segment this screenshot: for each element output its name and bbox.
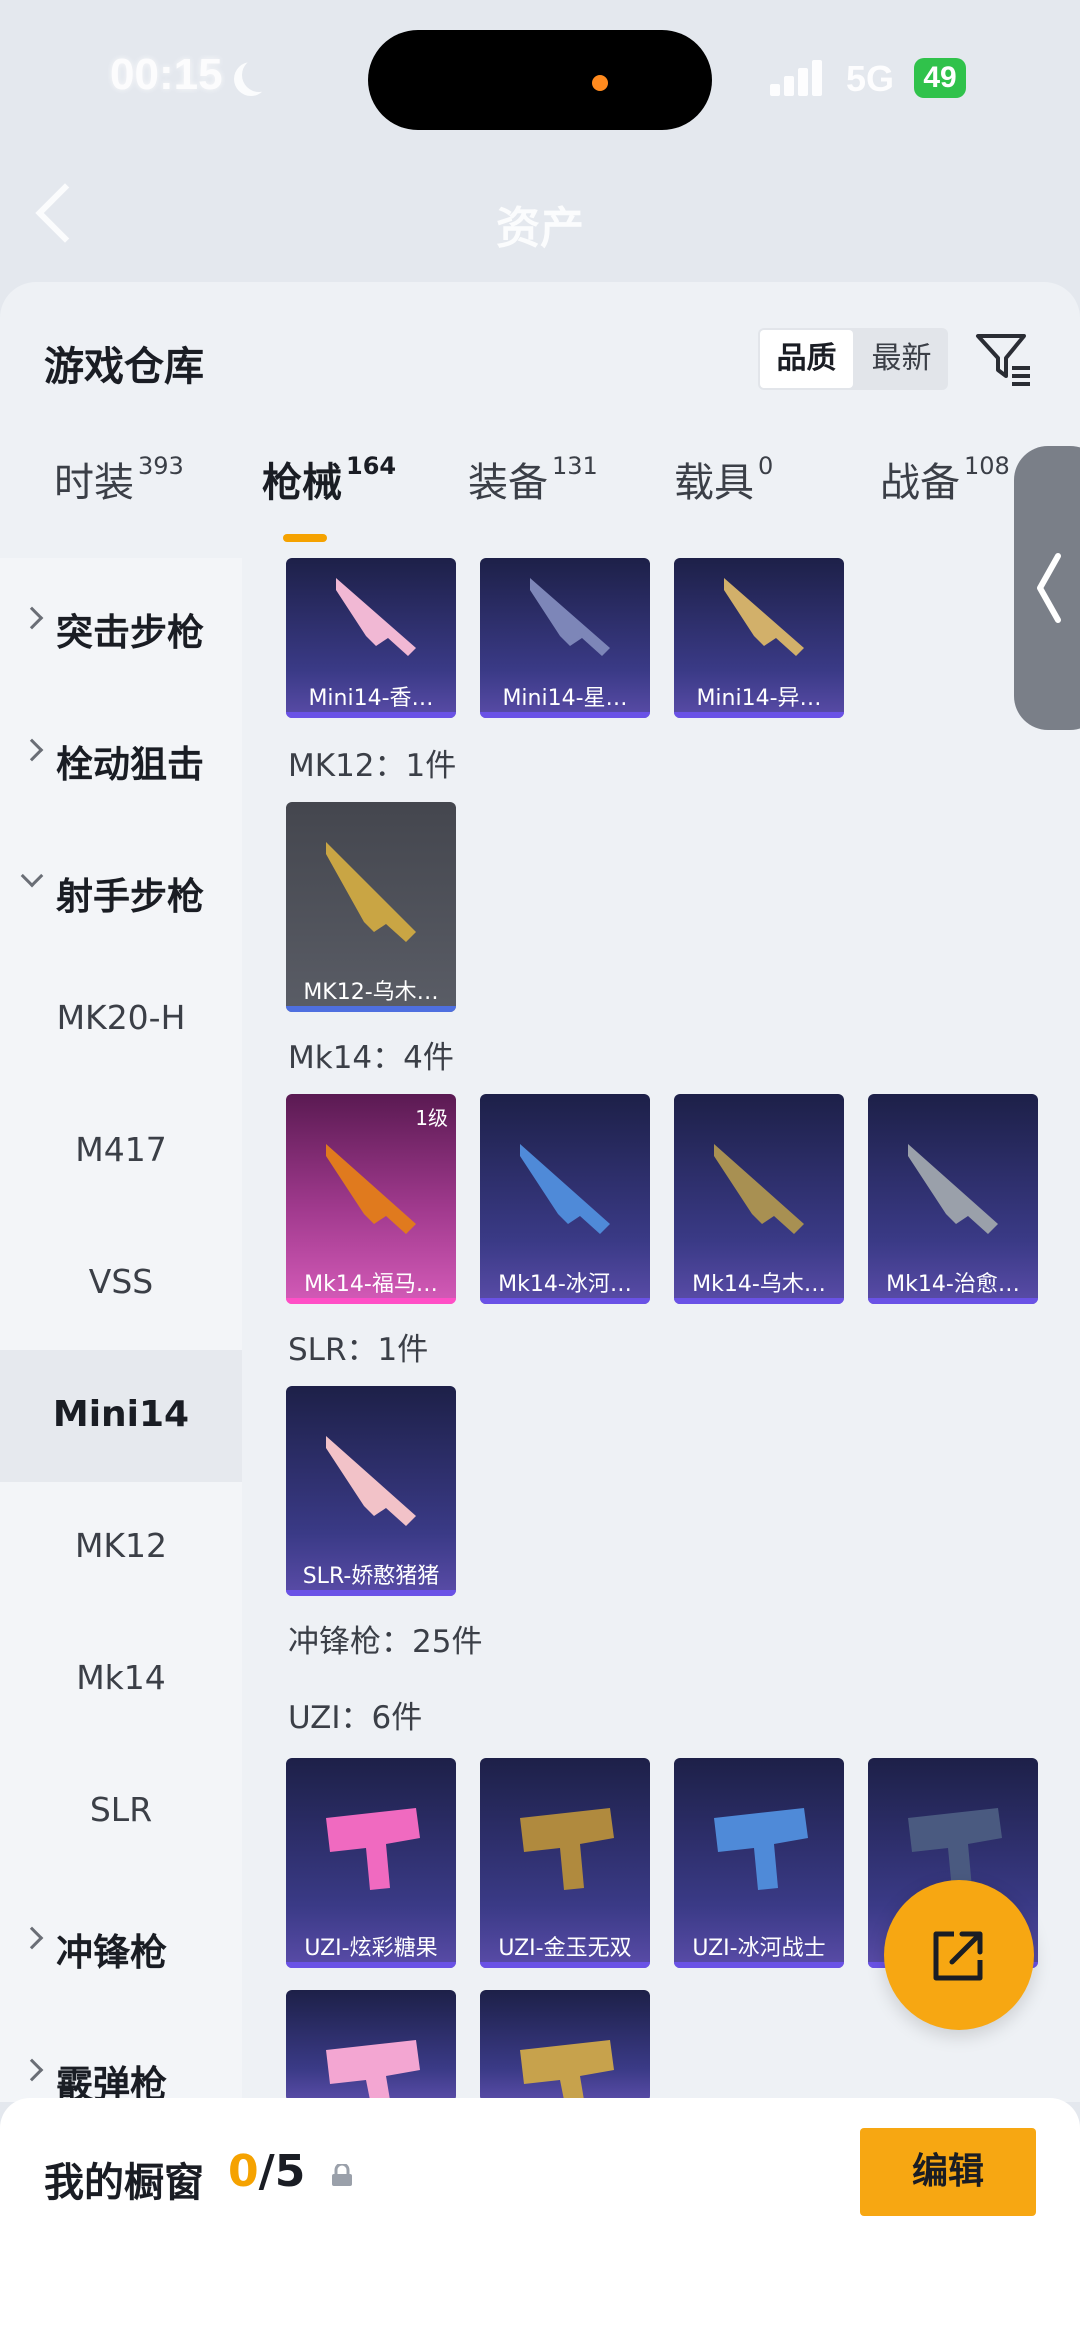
section-header: Mk14：4件 — [288, 1040, 454, 1076]
section-header: 冲锋枪：25件 — [288, 1624, 483, 1660]
status-time: 00:15 — [110, 50, 223, 99]
chevron-left-icon — [1037, 553, 1061, 623]
category-bolt-sniper[interactable]: 栓动狙击 — [0, 690, 242, 822]
smg-icon — [326, 1808, 420, 1890]
item-card[interactable]: Mini14-香… — [286, 558, 456, 718]
category-assault-rifle[interactable]: 突击步枪 — [0, 558, 242, 690]
showcase-label: 我的橱窗 — [44, 2160, 204, 2206]
subcategory-vss[interactable]: VSS — [0, 1218, 242, 1350]
dynamic-island — [368, 30, 712, 130]
tab-fashion[interactable]: 时装 393 — [54, 450, 184, 546]
showcase-count: 0/5 — [228, 2146, 306, 2197]
moon-icon — [242, 58, 276, 92]
smg-icon — [520, 2040, 614, 2100]
rifle-icon — [530, 578, 610, 656]
showcase-bar: 我的橱窗 0/5 编辑 — [0, 2098, 1080, 2341]
item-card[interactable]: MK12-乌木… — [286, 802, 456, 1012]
weapon-grid: Mini14-香… Mini14-星… Mini14-异… MK12：1件 MK… — [242, 558, 1080, 2102]
rifle-icon — [724, 578, 804, 656]
category-tabs: 时装 393 枪械 164 装备 131 载具 0 战备 108 — [0, 450, 1080, 546]
item-card[interactable]: 1级 Mk14-福马… — [286, 1094, 456, 1304]
tab-equipment[interactable]: 装备 131 — [468, 450, 598, 546]
category-dmr[interactable]: 射手步枪 — [0, 822, 242, 954]
rifle-icon — [714, 1144, 804, 1234]
item-card[interactable]: UZI-冰河战士 — [674, 1758, 844, 1968]
item-card[interactable]: UZI-炫彩糖果 — [286, 1758, 456, 1968]
share-icon — [933, 1931, 983, 1981]
rifle-icon — [326, 1436, 416, 1526]
rifle-icon — [326, 842, 416, 942]
item-card[interactable]: Mini14-异… — [674, 558, 844, 718]
rifle-icon — [326, 1144, 416, 1234]
subcategory-slr[interactable]: SLR — [0, 1746, 242, 1878]
item-card[interactable] — [480, 1990, 650, 2102]
sheet-title: 游戏仓库 — [44, 344, 204, 390]
subcategory-mini14[interactable]: Mini14 — [0, 1350, 242, 1482]
rifle-icon — [336, 578, 416, 656]
sort-quality-button[interactable]: 品质 — [760, 330, 853, 388]
smg-icon — [714, 1808, 808, 1890]
rifle-icon — [520, 1144, 610, 1234]
network-label: 5G — [846, 58, 895, 99]
tab-supplies[interactable]: 战备 108 — [880, 450, 1010, 546]
filter-icon[interactable] — [974, 330, 1034, 388]
signal-icon — [770, 60, 830, 96]
subcategory-m417[interactable]: M417 — [0, 1086, 242, 1218]
smg-icon — [520, 1808, 614, 1890]
lock-icon — [332, 2164, 352, 2186]
subcategory-mk12[interactable]: MK12 — [0, 1482, 242, 1614]
rifle-icon — [908, 1144, 998, 1234]
active-tab-indicator — [283, 534, 327, 542]
sort-toggle: 品质 最新 — [758, 328, 948, 390]
page-title: 资产 — [496, 203, 584, 254]
nav-header: 资产 — [0, 150, 1080, 290]
subcategory-mk14[interactable]: Mk14 — [0, 1614, 242, 1746]
item-card[interactable]: Mk14-治愈… — [868, 1094, 1038, 1304]
section-header: UZI：6件 — [288, 1700, 423, 1736]
tab-vehicles[interactable]: 载具 0 — [674, 450, 773, 546]
battery-icon: 49 — [914, 58, 966, 98]
category-smg[interactable]: 冲锋枪 — [0, 1878, 242, 2010]
item-card[interactable]: Mk14-乌木… — [674, 1094, 844, 1304]
sort-newest-button[interactable]: 最新 — [855, 328, 948, 390]
recording-dot-icon — [592, 75, 608, 91]
weapon-category-list: 突击步枪 栓动狙击 射手步枪 MK20-H M417 VSS Mini14 MK… — [0, 558, 242, 2106]
item-card[interactable]: SLR-娇憨猪猪 — [286, 1386, 456, 1596]
section-header: MK12：1件 — [288, 748, 457, 784]
smg-icon — [326, 2040, 420, 2100]
edit-button[interactable]: 编辑 — [860, 2128, 1036, 2216]
item-card[interactable] — [286, 1990, 456, 2102]
tab-guns[interactable]: 枪械 164 — [262, 450, 396, 546]
status-bar: 00:15 5G 49 — [0, 0, 1080, 150]
item-card[interactable]: Mk14-冰河… — [480, 1094, 650, 1304]
item-card[interactable]: UZI-金玉无双 — [480, 1758, 650, 1968]
subcategory-mk20h[interactable]: MK20-H — [0, 954, 242, 1086]
section-header: SLR：1件 — [288, 1332, 429, 1368]
item-card[interactable]: Mini14-星… — [480, 558, 650, 718]
